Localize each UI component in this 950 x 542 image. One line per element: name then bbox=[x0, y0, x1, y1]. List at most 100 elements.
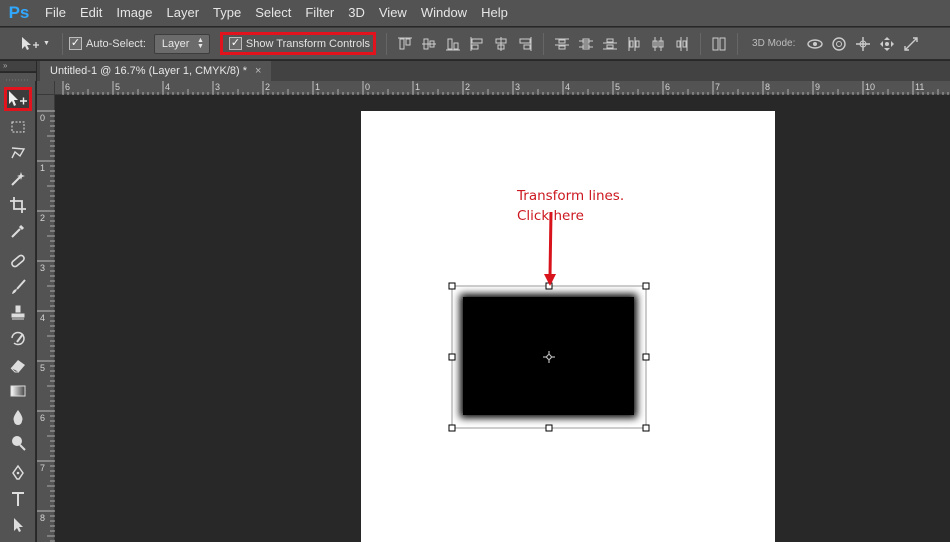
slide-3d-object-button[interactable] bbox=[878, 35, 896, 53]
auto-select-target-dropdown[interactable]: Layer ▲ ▼ bbox=[153, 33, 210, 54]
ruler-label: 4 bbox=[40, 313, 45, 323]
distribute-horizontal-centers-button[interactable] bbox=[649, 35, 667, 53]
move-tool-preset-icon bbox=[22, 36, 39, 50]
gradient-tool[interactable] bbox=[4, 379, 32, 403]
healing-brush-tool-icon bbox=[11, 254, 25, 268]
horizontal-ruler[interactable]: 6 5 4 3 2 1 0 1 2 3 4 5 6 7 8 9 10 11 bbox=[55, 81, 950, 95]
separator bbox=[737, 32, 739, 55]
ruler-label: 2 bbox=[265, 82, 270, 92]
align-left-edges-button[interactable] bbox=[468, 35, 486, 53]
distribute-left-icon bbox=[628, 36, 640, 51]
auto-select-option[interactable]: ✓ Auto-Select: bbox=[69, 37, 146, 50]
align-top-edges-button[interactable] bbox=[396, 35, 414, 53]
ruler-label: 9 bbox=[815, 82, 820, 92]
crop-tool-icon bbox=[10, 197, 26, 213]
tools-panel-collapse[interactable]: » bbox=[0, 61, 36, 72]
path-selection-tool[interactable] bbox=[4, 513, 32, 537]
distribute-top-edges-button[interactable] bbox=[553, 35, 571, 53]
gradient-tool-icon bbox=[10, 385, 26, 397]
lasso-tool[interactable] bbox=[4, 141, 32, 165]
menu-items: File Edit Image Layer Type Select Filter… bbox=[38, 0, 515, 26]
ruler-label: 0 bbox=[40, 113, 45, 123]
align-horizontal-centers-button[interactable] bbox=[492, 35, 510, 53]
ruler-label: 5 bbox=[40, 363, 45, 373]
annotation-line-1: Transform lines. bbox=[517, 188, 625, 204]
menu-edit[interactable]: Edit bbox=[73, 0, 109, 26]
ruler-label: 10 bbox=[865, 82, 875, 92]
menu-type[interactable]: Type bbox=[206, 0, 248, 26]
menu-select[interactable]: Select bbox=[248, 0, 298, 26]
ruler-label: 8 bbox=[765, 82, 770, 92]
distribute-bottom-edges-button[interactable] bbox=[601, 35, 619, 53]
menu-view[interactable]: View bbox=[372, 0, 414, 26]
ruler-label: 0 bbox=[365, 82, 370, 92]
distribute-left-edges-button[interactable] bbox=[625, 35, 643, 53]
document-canvas[interactable] bbox=[361, 111, 775, 542]
drag-3d-object-button[interactable] bbox=[854, 35, 872, 53]
3d-mode-label: 3D Mode: bbox=[752, 38, 796, 49]
ruler-origin[interactable] bbox=[37, 81, 55, 95]
distribute-vertical-centers-button[interactable] bbox=[577, 35, 595, 53]
ruler-label: 5 bbox=[615, 82, 620, 92]
align-right-edges-button[interactable] bbox=[516, 35, 534, 53]
rectangular-marquee-tool[interactable] bbox=[4, 115, 32, 139]
history-brush-tool-icon bbox=[11, 331, 25, 346]
align-vertical-centers-button[interactable] bbox=[420, 35, 438, 53]
3d-roll-icon bbox=[832, 36, 847, 51]
show-transform-controls-label: Show Transform Controls bbox=[245, 37, 371, 50]
eraser-tool[interactable] bbox=[4, 353, 32, 377]
ruler-label: 7 bbox=[40, 463, 45, 473]
eyedropper-tool-icon bbox=[11, 224, 25, 238]
eyedropper-tool[interactable] bbox=[4, 219, 32, 243]
menu-window[interactable]: Window bbox=[414, 0, 474, 26]
distribute-hcenter-icon bbox=[652, 36, 664, 51]
document-tab-strip: Untitled-1 @ 16.7% (Layer 1, CMYK/8) * × bbox=[37, 61, 950, 81]
move-tool[interactable] bbox=[4, 87, 32, 111]
ruler-label: 6 bbox=[665, 82, 670, 92]
menu-help[interactable]: Help bbox=[474, 0, 515, 26]
distribute-right-edges-button[interactable] bbox=[673, 35, 691, 53]
clone-stamp-tool[interactable] bbox=[4, 301, 32, 325]
show-transform-controls-checkbox[interactable]: ✓ bbox=[228, 37, 242, 50]
type-tool[interactable] bbox=[4, 487, 32, 511]
chevron-down-icon: ▼ bbox=[43, 40, 50, 47]
align-bottom-icon bbox=[446, 38, 461, 50]
tool-preset-picker[interactable]: ▼ bbox=[20, 36, 56, 52]
auto-select-checkbox[interactable]: ✓ bbox=[69, 37, 82, 50]
roll-3d-object-button[interactable] bbox=[830, 35, 848, 53]
auto-align-layers-button[interactable] bbox=[710, 35, 728, 53]
brush-tool-icon bbox=[12, 279, 26, 294]
document-tab[interactable]: Untitled-1 @ 16.7% (Layer 1, CMYK/8) * × bbox=[40, 61, 272, 81]
crop-tool[interactable] bbox=[4, 193, 32, 217]
pen-tool[interactable] bbox=[4, 461, 32, 485]
align-bottom-edges-button[interactable] bbox=[444, 35, 462, 53]
menu-file[interactable]: File bbox=[38, 0, 73, 26]
3d-slide-icon bbox=[880, 36, 895, 51]
close-icon[interactable]: × bbox=[255, 65, 261, 77]
align-hcenter-icon bbox=[495, 36, 507, 51]
menu-filter[interactable]: Filter bbox=[298, 0, 341, 26]
dodge-tool[interactable] bbox=[4, 431, 32, 455]
menu-3d[interactable]: 3D bbox=[341, 0, 372, 26]
align-vcenter-icon bbox=[422, 38, 437, 49]
pen-tool-icon bbox=[12, 464, 24, 480]
rotate-3d-object-button[interactable] bbox=[806, 35, 824, 53]
spot-healing-brush-tool[interactable] bbox=[4, 249, 32, 273]
vertical-ruler[interactable]: 0 1 2 3 4 5 6 7 8 bbox=[37, 95, 55, 542]
ruler-label: 3 bbox=[515, 82, 520, 92]
align-left-icon bbox=[470, 36, 483, 51]
scale-3d-object-button[interactable] bbox=[902, 35, 920, 53]
menu-image[interactable]: Image bbox=[109, 0, 159, 26]
vertical-ruler-ticks: 0 1 2 3 4 5 6 7 8 bbox=[37, 110, 55, 542]
photoshop-logo: Ps bbox=[8, 3, 30, 22]
tools-panel-grip[interactable] bbox=[0, 73, 36, 81]
type-tool-icon bbox=[12, 492, 24, 506]
brush-tool[interactable] bbox=[4, 275, 32, 299]
menu-layer[interactable]: Layer bbox=[160, 0, 207, 26]
history-brush-tool[interactable] bbox=[4, 327, 32, 351]
separator bbox=[62, 32, 63, 55]
magic-wand-tool[interactable] bbox=[4, 167, 32, 191]
menu-bar: Ps File Edit Image Layer Type Select Fil… bbox=[0, 0, 950, 26]
blur-tool[interactable] bbox=[4, 405, 32, 429]
show-transform-controls-option[interactable]: ✓ Show Transform Controls bbox=[219, 32, 377, 55]
